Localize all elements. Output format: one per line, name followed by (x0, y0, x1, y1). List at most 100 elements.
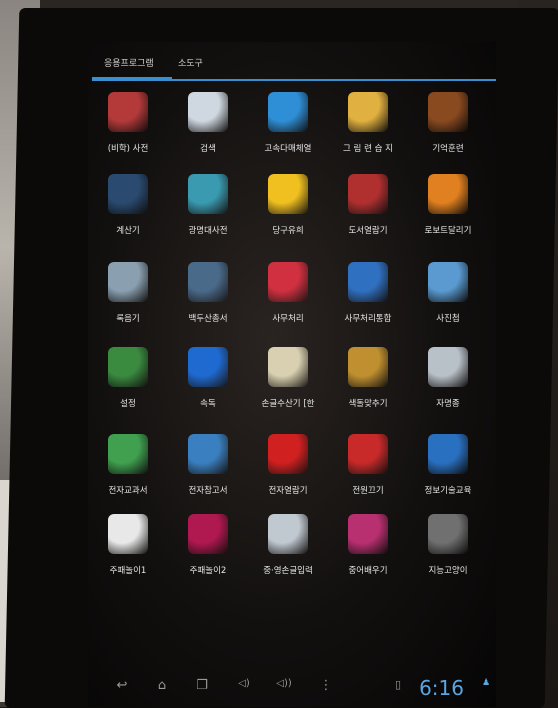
office-suite-icon (348, 262, 388, 302)
eye-icon (188, 347, 228, 387)
app-label: 사무처리통합 (344, 314, 392, 324)
app-item[interactable]: 자명종 (408, 347, 488, 431)
media-player-icon (268, 92, 308, 132)
app-item[interactable]: (비학) 사전 (88, 92, 168, 176)
talking-cat-icon (428, 514, 468, 554)
home-icon[interactable]: ⌂ (152, 678, 172, 694)
app-label: 고속다매체열 (264, 144, 312, 154)
chinese-character-icon (348, 514, 388, 554)
menu-dots-icon[interactable]: ⋮ (316, 678, 336, 694)
mountain-logo-icon (188, 262, 228, 302)
app-label: 광명대사전 (188, 226, 228, 236)
app-item[interactable]: 지능고양이 (408, 514, 488, 598)
app-item[interactable]: 손글수산기 [한 (248, 347, 328, 431)
app-label: (비학) 사전 (107, 144, 149, 154)
app-item[interactable]: 전원끄기 (328, 434, 408, 518)
app-label: 전자열람기 (268, 486, 308, 496)
app-label: 계산기 (116, 226, 140, 236)
app-item[interactable]: 중어배우기 (328, 514, 408, 598)
app-label: 손글수산기 [한 (261, 399, 315, 409)
app-item[interactable]: 속독 (168, 347, 248, 431)
app-label: 백두산총서 (188, 314, 228, 324)
app-item[interactable]: 검색 (168, 92, 248, 176)
system-navbar: ↩ ⌂ ❐ ◁) ◁)) ⋮ ▯ 6:16 ♟ (88, 672, 496, 707)
tab-apps[interactable]: 응용프로그램 (104, 56, 154, 69)
recent-apps-icon[interactable]: ❐ (192, 678, 212, 694)
app-item[interactable]: 전자교과서 (88, 434, 168, 518)
app-label: 속독 (200, 399, 216, 409)
pen-input-icon (268, 514, 308, 554)
app-label: 주패놀이2 (189, 566, 227, 576)
card-diamond-icon (108, 514, 148, 554)
it-education-icon (428, 434, 468, 474)
app-item[interactable]: 록음기 (88, 262, 168, 346)
app-item[interactable]: 그 림 련 습 지 (328, 92, 408, 176)
tablet-screen: 응용프로그램 소도구 (비학) 사전 검색 고속다매체열 그 림 련 습 지 기억훈련계… (88, 42, 496, 707)
app-label: 사무처리 (272, 314, 304, 324)
app-drawer-tabs: 응용프로그램 소도구 (88, 42, 496, 82)
app-item[interactable]: 사무처리통합 (328, 262, 408, 346)
book-reader-icon (348, 174, 388, 214)
photo-album-icon (428, 262, 468, 302)
app-label: 전원끄기 (352, 486, 384, 496)
textbook-icon (108, 434, 148, 474)
recorder-disc-icon (108, 262, 148, 302)
memory-game-icon (428, 92, 468, 132)
alarm-clock-icon (428, 347, 468, 387)
app-label: 정보기술교육 (424, 486, 472, 496)
magnifier-icon (188, 92, 228, 132)
app-item[interactable]: 광명대사전 (168, 174, 248, 258)
app-label: 록음기 (116, 314, 140, 324)
app-label: 도서열람기 (348, 226, 388, 236)
dictionary-book-icon (108, 92, 148, 132)
app-label: 주패놀이1 (109, 566, 147, 576)
office-blocks-icon (268, 262, 308, 302)
app-item[interactable]: 색돌맞추기 (328, 347, 408, 431)
battery-icon: ▯ (394, 678, 402, 691)
back-icon[interactable]: ↩ (112, 678, 132, 694)
spider-cards-icon (188, 514, 228, 554)
app-item[interactable]: 로보트달리기 (408, 174, 488, 258)
app-label: 중·영손글입력 (263, 566, 313, 576)
paint-palette-icon (348, 92, 388, 132)
power-off-icon (348, 434, 388, 474)
app-label: 설정 (120, 399, 136, 409)
app-label: 중어배우기 (348, 566, 388, 576)
app-item[interactable]: 설정 (88, 347, 168, 431)
app-label: 그 림 련 습 지 (343, 144, 393, 154)
app-item[interactable]: 백두산총서 (168, 262, 248, 346)
app-item[interactable]: 전자참고서 (168, 434, 248, 518)
person-icon: ♟ (481, 678, 491, 688)
gem-match-icon (348, 347, 388, 387)
app-label: 전자교과서 (108, 486, 148, 496)
calculator-icon (108, 174, 148, 214)
app-item[interactable]: 전자열람기 (248, 434, 328, 518)
app-item[interactable]: 기억훈련 (408, 92, 488, 176)
app-label: 기억훈련 (432, 144, 464, 154)
app-item[interactable]: 사무처리 (248, 262, 328, 346)
app-item[interactable]: 정보기술교육 (408, 434, 488, 518)
billiard-balls-icon (268, 174, 308, 214)
tab-widgets[interactable]: 소도구 (178, 56, 203, 69)
app-item[interactable]: 계산기 (88, 174, 168, 258)
app-item[interactable]: 중·영손글입력 (248, 514, 328, 598)
status-clock: 6:16 (419, 676, 464, 700)
handwriting-icon (268, 347, 308, 387)
app-label: 당구유희 (272, 226, 304, 236)
volume-down-icon[interactable]: ◁) (234, 678, 254, 694)
pdf-reader-icon (268, 434, 308, 474)
volume-up-icon[interactable]: ◁)) (274, 678, 294, 694)
app-item[interactable]: 도서열람기 (328, 174, 408, 258)
app-label: 색돌맞추기 (348, 399, 388, 409)
app-item[interactable]: 사진첩 (408, 262, 488, 346)
app-label: 자명종 (436, 399, 460, 409)
app-label: 지능고양이 (428, 566, 468, 576)
robot-runner-icon (428, 174, 468, 214)
encyclopedia-icon (188, 174, 228, 214)
app-label: 사진첩 (436, 314, 460, 324)
app-item[interactable]: 주패놀이2 (168, 514, 248, 598)
app-item[interactable]: 주패놀이1 (88, 514, 168, 598)
app-label: 검색 (200, 144, 216, 154)
app-item[interactable]: 고속다매체열 (248, 92, 328, 176)
app-item[interactable]: 당구유희 (248, 174, 328, 258)
